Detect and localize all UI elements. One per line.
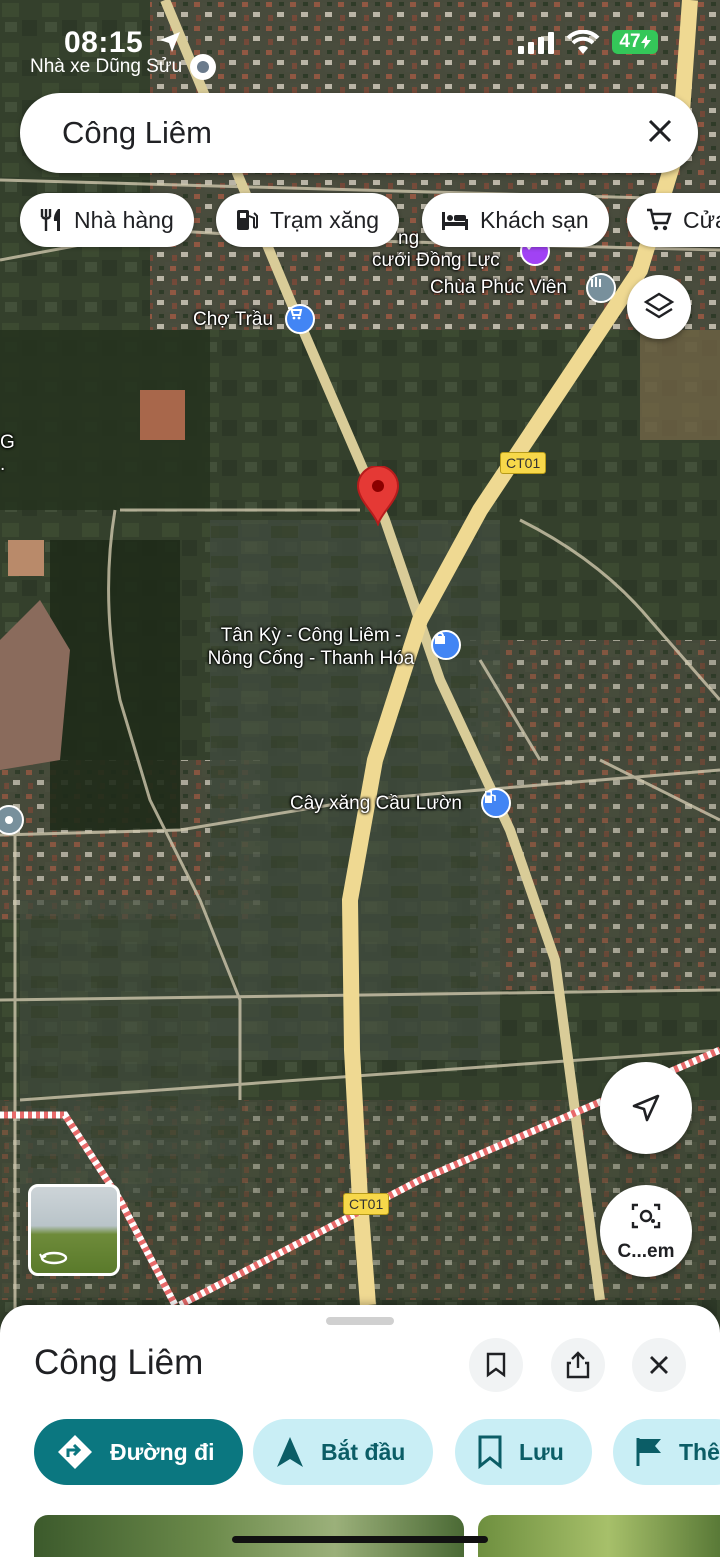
close-icon[interactable]	[646, 117, 674, 150]
map-label-edge-2: .	[0, 454, 6, 475]
map-label-temple: Chùa Phúc Viên	[430, 277, 567, 298]
bookmark-icon	[486, 1352, 506, 1378]
category-chips: Nhà hàng Trạm xăng Khách sạn Cửa	[20, 193, 720, 247]
status-bar: 08:15 Nhà xe Dũng Sửu 47	[0, 0, 720, 80]
map-label-post-office: Tân Kỳ - Công Liêm -	[220, 625, 402, 646]
chip-gas-stations[interactable]: Trạm xăng	[216, 193, 400, 247]
rotate-360-icon	[39, 1251, 68, 1265]
chip-label: Nhà hàng	[74, 206, 174, 233]
camera-search-icon	[631, 1203, 661, 1229]
chip-hotels[interactable]: Khách sạn	[422, 193, 609, 247]
back-to-app-link[interactable]: Nhà xe Dũng Sửu	[30, 54, 217, 80]
navigation-arrow-icon	[632, 1094, 660, 1122]
route-shield: CT01	[343, 1193, 390, 1215]
label-button[interactable]: Thê	[613, 1419, 720, 1485]
gas-station-icon[interactable]	[481, 788, 511, 818]
chip-label: Cửa	[683, 206, 720, 233]
wifi-icon	[566, 29, 600, 61]
battery-indicator: 47	[612, 30, 658, 54]
chip-restaurants[interactable]: Nhà hàng	[20, 193, 194, 247]
street-view-thumbnail[interactable]	[28, 1184, 120, 1276]
map-label-wedding-2: cưới Đồng Lực	[372, 250, 500, 271]
hotel-icon	[442, 212, 468, 230]
close-icon	[650, 1356, 668, 1374]
share-icon	[566, 1351, 590, 1379]
save-icon-button[interactable]	[469, 1338, 523, 1392]
share-button[interactable]	[551, 1338, 605, 1392]
back-to-app-label: Nhà xe Dũng Sửu	[30, 56, 183, 77]
layers-icon	[643, 292, 675, 319]
directions-icon	[58, 1435, 92, 1469]
directions-label: Đường đi	[110, 1438, 215, 1465]
place-sheet[interactable]: Công Liêm Đường đi Bắt đầu Lưu Thê	[0, 1305, 720, 1557]
label-label: Thê	[679, 1438, 720, 1465]
shopping-cart-icon	[647, 208, 672, 231]
layers-button[interactable]	[627, 275, 691, 339]
map-label-edge: G	[0, 432, 15, 453]
gas-station-icon	[237, 210, 258, 230]
lens-button[interactable]: C...em	[600, 1185, 692, 1277]
navigation-icon	[277, 1437, 303, 1467]
close-sheet-button[interactable]	[632, 1338, 686, 1392]
app-icon	[190, 54, 217, 80]
start-button[interactable]: Bắt đầu	[253, 1419, 434, 1485]
map-label-market: Chợ Trầu	[193, 309, 274, 330]
map-label-gas-station: Cây xăng Cầu Lườn	[290, 793, 462, 814]
flag-icon	[636, 1438, 661, 1466]
my-location-button[interactable]	[600, 1062, 692, 1154]
map-label-post-office-2: Nông Cống - Thanh Hóa	[207, 648, 415, 669]
restaurant-icon	[40, 209, 60, 231]
place-photo[interactable]	[478, 1515, 720, 1557]
cellular-signal-icon	[518, 32, 554, 59]
search-bar[interactable]: Công Liêm	[20, 93, 698, 173]
home-indicator	[232, 1536, 488, 1543]
start-label: Bắt đầu	[321, 1438, 406, 1465]
post-office-icon[interactable]	[431, 630, 461, 660]
place-title: Công Liêm	[34, 1343, 204, 1382]
directions-button[interactable]: Đường đi	[34, 1419, 243, 1485]
search-query[interactable]: Công Liêm	[62, 115, 212, 151]
drag-handle[interactable]	[326, 1317, 394, 1325]
bookmark-icon	[478, 1435, 502, 1469]
shopping-cart-icon[interactable]	[285, 304, 315, 334]
save-label: Lưu	[519, 1438, 564, 1465]
charging-bolt-icon	[640, 35, 651, 49]
chip-shops[interactable]: Cửa	[627, 193, 720, 247]
lens-label: C...em	[617, 1241, 675, 1262]
chip-label: Khách sạn	[480, 206, 589, 233]
save-button[interactable]: Lưu	[455, 1419, 592, 1485]
chip-label: Trạm xăng	[270, 206, 380, 233]
route-shield: CT01	[500, 452, 547, 474]
battery-level: 47	[619, 31, 641, 52]
temple-icon[interactable]	[586, 273, 616, 303]
